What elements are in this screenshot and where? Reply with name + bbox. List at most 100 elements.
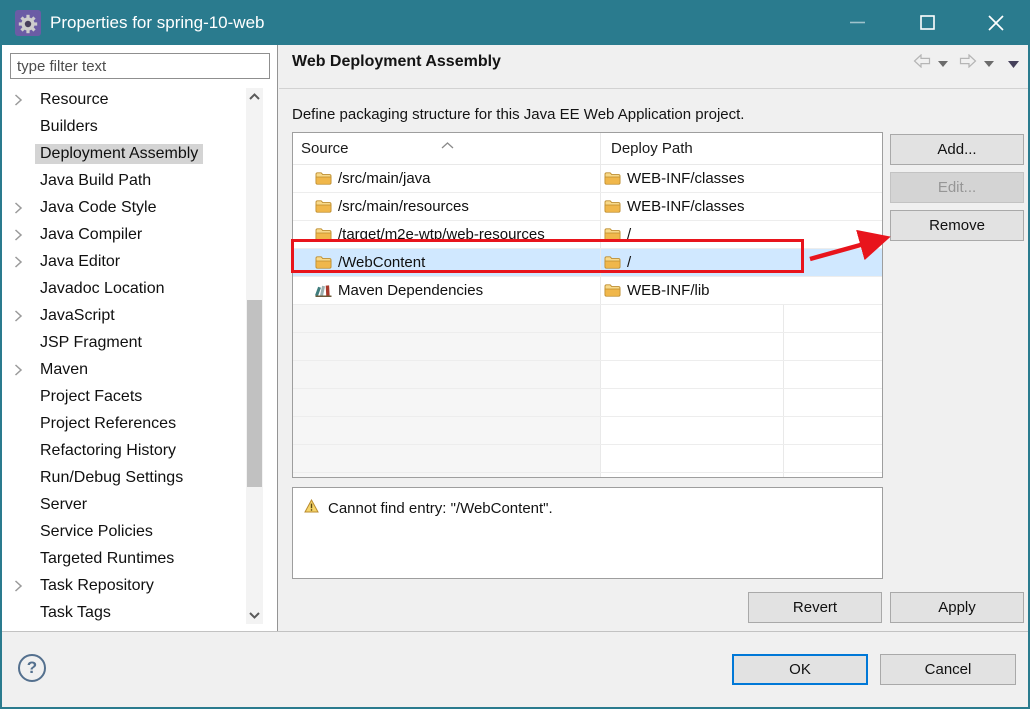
- folder-icon: [604, 227, 621, 242]
- sidebar-item-deployment-assembly[interactable]: Deployment Assembly: [2, 140, 246, 167]
- sidebar-item-jsp-fragment[interactable]: JSP Fragment: [2, 329, 246, 356]
- sidebar-item-java-compiler[interactable]: Java Compiler: [2, 221, 246, 248]
- cancel-button[interactable]: Cancel: [880, 654, 1016, 685]
- deploy-path-cell[interactable]: WEB-INF/lib: [601, 277, 882, 304]
- sidebar-item-task-tags[interactable]: Task Tags: [2, 599, 246, 626]
- sidebar-item-task-repository[interactable]: Task Repository: [2, 572, 246, 599]
- page-title: Web Deployment Assembly: [292, 53, 501, 70]
- revert-button[interactable]: Revert: [748, 592, 882, 623]
- forward-button[interactable]: [959, 54, 977, 68]
- scrollbar-thumb[interactable]: [247, 300, 262, 487]
- add-button[interactable]: Add...: [890, 134, 1024, 165]
- remove-button[interactable]: Remove: [890, 210, 1024, 241]
- apply-button[interactable]: Apply: [890, 592, 1024, 623]
- assembly-table: Source Deploy Path /src/main/java WEB-IN…: [292, 132, 883, 478]
- deploy-path-cell[interactable]: /: [601, 221, 882, 248]
- help-icon[interactable]: ?: [18, 654, 46, 682]
- chevron-right-icon[interactable]: [14, 255, 35, 268]
- source-path: /src/main/resources: [338, 198, 469, 215]
- source-path: /target/m2e-wtp/web-resources: [338, 226, 545, 243]
- deploy-path: /: [627, 254, 632, 271]
- sidebar-item-resource[interactable]: Resource: [2, 86, 246, 113]
- deploy-path-cell[interactable]: /: [601, 249, 882, 276]
- sidebar-item-label: Service Policies: [40, 522, 153, 540]
- sidebar-item-targeted-runtimes[interactable]: Targeted Runtimes: [2, 545, 246, 572]
- chevron-right-icon[interactable]: [14, 309, 35, 322]
- sidebar-item-label: Task Tags: [40, 603, 111, 621]
- sidebar-item-label: Project Facets: [40, 387, 143, 405]
- sidebar-item-project-facets[interactable]: Project Facets: [2, 383, 246, 410]
- scroll-up-icon[interactable]: [246, 88, 263, 105]
- source-cell[interactable]: /src/main/resources: [293, 193, 601, 220]
- sidebar-item-label: Project References: [40, 414, 177, 432]
- deploy-path: WEB-INF/classes: [627, 170, 745, 187]
- maximize-button[interactable]: [904, 0, 950, 45]
- source-path: Maven Dependencies: [338, 282, 484, 299]
- sidebar-item-project-references[interactable]: Project References: [2, 410, 246, 437]
- table-row[interactable]: /target/m2e-wtp/web-resources /: [293, 221, 882, 249]
- title-bar[interactable]: Properties for spring-10-web: [2, 0, 1028, 45]
- forward-history-dropdown-icon[interactable]: [984, 61, 994, 67]
- sidebar-item-label: Refactoring History: [40, 441, 177, 459]
- chevron-right-icon[interactable]: [14, 201, 35, 214]
- sidebar-item-label: Targeted Runtimes: [40, 549, 175, 567]
- back-button[interactable]: [913, 54, 931, 68]
- ok-button[interactable]: OK: [732, 654, 868, 685]
- source-cell[interactable]: /WebContent: [293, 249, 601, 276]
- sidebar-item-run-debug-settings[interactable]: Run/Debug Settings: [2, 464, 246, 491]
- edit-button: Edit...: [890, 172, 1024, 203]
- sidebar-item-label: Java Build Path: [40, 171, 152, 189]
- back-history-dropdown-icon[interactable]: [938, 61, 948, 67]
- deploy-path-cell[interactable]: WEB-INF/classes: [601, 165, 882, 192]
- sidebar-item-server[interactable]: Server: [2, 491, 246, 518]
- sidebar-item-label: Run/Debug Settings: [40, 468, 184, 486]
- chevron-right-icon[interactable]: [14, 228, 35, 241]
- sidebar-item-service-policies[interactable]: Service Policies: [2, 518, 246, 545]
- sidebar-item-label: JavaScript: [40, 306, 115, 324]
- deploy-path-cell[interactable]: WEB-INF/classes: [601, 193, 882, 220]
- sidebar-item-refactoring-history[interactable]: Refactoring History: [2, 437, 246, 464]
- folder-icon: [604, 283, 621, 298]
- table-row[interactable]: /src/main/resources WEB-INF/classes: [293, 193, 882, 221]
- source-cell[interactable]: /src/main/java: [293, 165, 601, 192]
- sidebar-item-label: Javadoc Location: [40, 279, 165, 297]
- sidebar-item-label: Builders: [40, 117, 98, 135]
- sidebar-item-javascript[interactable]: JavaScript: [2, 302, 246, 329]
- column-header-deploy-path[interactable]: Deploy Path: [601, 133, 882, 164]
- source-path: /src/main/java: [338, 170, 431, 187]
- scroll-down-icon[interactable]: [246, 607, 263, 624]
- table-row-empty: [293, 389, 882, 417]
- warning-icon: [304, 498, 319, 518]
- sort-ascending-icon: [441, 136, 454, 154]
- chevron-right-icon[interactable]: [14, 363, 35, 376]
- properties-dialog: Properties for spring-10-web Resource Bu…: [0, 0, 1030, 709]
- close-button[interactable]: [973, 0, 1019, 45]
- table-body: /src/main/java WEB-INF/classes /src/main…: [293, 165, 882, 477]
- filter-input[interactable]: [10, 53, 270, 79]
- table-row-empty: [293, 333, 882, 361]
- source-cell[interactable]: Maven Dependencies: [293, 277, 601, 304]
- sidebar-item-maven[interactable]: Maven: [2, 356, 246, 383]
- sidebar-item-javadoc-location[interactable]: Javadoc Location: [2, 275, 246, 302]
- sidebar-item-builders[interactable]: Builders: [2, 113, 246, 140]
- sidebar-item-java-code-style[interactable]: Java Code Style: [2, 194, 246, 221]
- table-row[interactable]: /WebContent /: [293, 249, 882, 277]
- sidebar-scrollbar[interactable]: [246, 88, 263, 624]
- sidebar-item-label: Task Repository: [40, 576, 154, 594]
- sidebar-item-java-editor[interactable]: Java Editor: [2, 248, 246, 275]
- description-text: Define packaging structure for this Java…: [292, 106, 745, 123]
- table-row[interactable]: Maven Dependencies WEB-INF/lib: [293, 277, 882, 305]
- folder-icon: [604, 255, 621, 270]
- sidebar-item-java-build-path[interactable]: Java Build Path: [2, 167, 246, 194]
- minimize-button[interactable]: [834, 0, 880, 45]
- folder-icon: [315, 199, 332, 214]
- table-row[interactable]: /src/main/java WEB-INF/classes: [293, 165, 882, 193]
- chevron-right-icon[interactable]: [14, 93, 35, 106]
- folder-icon: [315, 227, 332, 242]
- view-menu-icon[interactable]: [1008, 61, 1019, 68]
- status-panel: Cannot find entry: "/WebContent".: [292, 487, 883, 579]
- source-cell[interactable]: /target/m2e-wtp/web-resources: [293, 221, 601, 248]
- table-row-empty: [293, 417, 882, 445]
- table-row-empty: [293, 361, 882, 389]
- chevron-right-icon[interactable]: [14, 579, 35, 592]
